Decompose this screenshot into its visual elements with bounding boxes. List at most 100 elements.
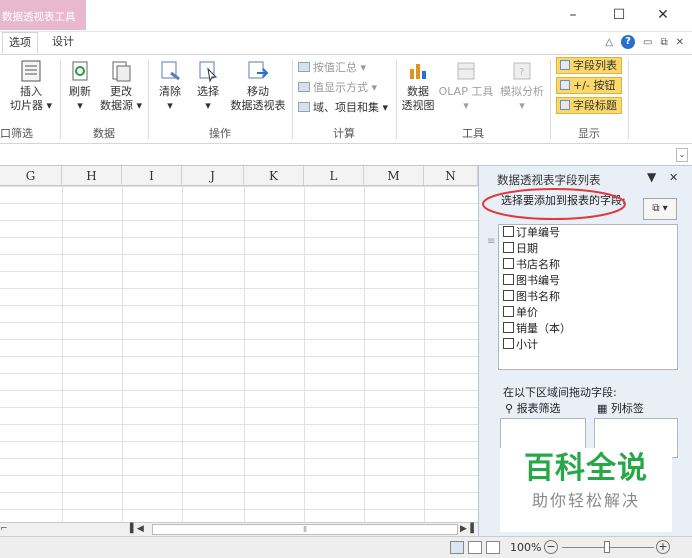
formula-bar[interactable]: ⌄: [0, 144, 692, 166]
refresh-button[interactable]: 刷新 ▾: [64, 59, 96, 113]
pivotchart-label-2: 透视图: [401, 99, 435, 112]
field-checkbox-item[interactable]: 小计: [503, 337, 538, 353]
grid-column-line: [122, 186, 123, 522]
column-header[interactable]: G: [0, 166, 62, 186]
zoom-level[interactable]: 100%: [510, 541, 541, 554]
grid-row-line: [0, 509, 478, 510]
field-checkbox-item[interactable]: 日期: [503, 241, 538, 257]
move-pivottable-button[interactable]: 移动 数据透视表: [228, 59, 288, 113]
column-header[interactable]: K: [244, 166, 304, 186]
what-if-analysis-button[interactable]: ? 模拟分析 ▾: [496, 59, 548, 113]
window-restore-icon[interactable]: ⧉: [660, 37, 667, 48]
horizontal-scrollbar[interactable]: ⌐ ▌◀ ⦀ ▶▐: [0, 522, 478, 536]
fields-items-sets-button[interactable]: 域、项目和集 ▾: [298, 99, 388, 115]
group-separator: [148, 59, 149, 139]
field-list-toggle[interactable]: 字段列表: [556, 57, 622, 74]
column-header[interactable]: I: [122, 166, 182, 186]
group-label-data: 数据: [93, 127, 115, 140]
grid-column-line: [244, 186, 245, 522]
column-labels-icon: ▦: [597, 402, 611, 415]
window-minimize-icon[interactable]: ▭: [643, 37, 652, 48]
clear-button[interactable]: 清除 ▾: [152, 59, 188, 113]
change-source-label-1: 更改: [110, 85, 132, 98]
checkbox[interactable]: [503, 322, 514, 333]
field-checkbox-item[interactable]: 订单编号: [503, 225, 560, 241]
column-header[interactable]: M: [364, 166, 424, 186]
refresh-icon: [72, 61, 88, 81]
checkbox[interactable]: [503, 306, 514, 317]
group-separator: [396, 59, 397, 139]
watermark-logo: 百科全说 助你轻松解决: [500, 448, 672, 532]
field-checkbox-item[interactable]: 单价: [503, 305, 538, 321]
ribbon-controls: △ ? ▭ ⧉ ✕: [605, 35, 684, 49]
filter-icon: ⚲: [505, 402, 517, 415]
field-checkbox-item[interactable]: 书店名称: [503, 257, 560, 273]
plus-minus-buttons-toggle[interactable]: +/- 按钮: [556, 77, 622, 94]
checkbox[interactable]: [503, 274, 514, 285]
change-data-source-button[interactable]: 更改 数据源 ▾: [98, 59, 144, 113]
title-bar: 数据透视表工具 – ☐ ✕: [0, 0, 692, 32]
annotation-circle: [482, 188, 626, 220]
column-header[interactable]: L: [304, 166, 364, 186]
group-label-calculations: 计算: [333, 127, 355, 140]
sheet-tab-icon[interactable]: ⌐: [0, 524, 20, 535]
group-separator: [628, 59, 629, 139]
olap-tools-button[interactable]: OLAP 工具 ▾: [438, 59, 494, 113]
grid-row-line: [0, 373, 478, 374]
collapse-ribbon-icon[interactable]: △: [605, 37, 613, 48]
scroll-left-icon[interactable]: ▌◀: [130, 524, 144, 534]
checkbox[interactable]: [503, 242, 514, 253]
insert-slicer-button[interactable]: 插入 切片器 ▾: [6, 59, 56, 113]
field-checkbox-item[interactable]: 图书名称: [503, 289, 560, 305]
grid-row-line: [0, 305, 478, 306]
olap-label: OLAP 工具: [438, 85, 494, 98]
checkbox[interactable]: [503, 290, 514, 301]
checkbox[interactable]: [503, 338, 514, 349]
select-icon: [199, 61, 218, 83]
plus-minus-label: +/- 按钮: [573, 79, 616, 92]
window-close-icon[interactable]: ✕: [676, 37, 684, 48]
help-icon[interactable]: ?: [621, 35, 636, 49]
tab-options[interactable]: 选项: [2, 32, 38, 54]
minimize-button[interactable]: –: [558, 4, 588, 26]
field-checkbox-item[interactable]: 销量（本）: [503, 321, 571, 337]
pane-splitter-grip[interactable]: ≡: [487, 236, 495, 247]
expand-formula-bar-icon[interactable]: ⌄: [676, 148, 688, 162]
field-name: 小计: [516, 338, 538, 351]
field-name: 销量（本）: [516, 322, 571, 335]
field-name: 书店名称: [516, 258, 560, 271]
tab-design[interactable]: 设计: [46, 32, 80, 54]
page-break-view-icon[interactable]: [486, 541, 500, 554]
select-button[interactable]: 选择 ▾: [190, 59, 226, 113]
column-header[interactable]: H: [62, 166, 122, 186]
checkbox[interactable]: [503, 258, 514, 269]
zoom-out-icon[interactable]: −: [544, 540, 558, 554]
pane-menu-dropdown-icon[interactable]: ▼: [647, 170, 656, 184]
horizontal-scroll-thumb[interactable]: ⦀: [152, 524, 458, 535]
field-headers-toggle[interactable]: 字段标题: [556, 97, 622, 114]
normal-view-icon[interactable]: [450, 541, 464, 554]
worksheet-grid[interactable]: G H I J K L M N: [0, 166, 478, 522]
column-header[interactable]: N: [424, 166, 478, 186]
layout-options-button[interactable]: ⧉ ▾: [643, 198, 677, 220]
group-label-filter: 口筛选: [0, 127, 33, 140]
watermark-title: 百科全说: [524, 451, 648, 486]
pivotchart-button[interactable]: 数据 透视图: [400, 59, 436, 113]
column-header[interactable]: J: [182, 166, 244, 186]
grid-row-line: [0, 220, 478, 221]
checkbox[interactable]: [503, 226, 514, 237]
zoom-in-icon[interactable]: +: [656, 540, 670, 554]
page-layout-view-icon[interactable]: [468, 541, 482, 554]
field-checkbox-item[interactable]: 图书编号: [503, 273, 560, 289]
scroll-right-icon[interactable]: ▶▐: [460, 524, 474, 534]
refresh-label: 刷新: [69, 85, 91, 98]
pivotchart-icon: [410, 64, 426, 79]
close-button[interactable]: ✕: [648, 4, 678, 26]
zoom-slider-thumb[interactable]: [604, 541, 610, 553]
maximize-button[interactable]: ☐: [604, 4, 634, 26]
pane-close-icon[interactable]: ✕: [669, 171, 678, 184]
grid-row-line: [0, 458, 478, 459]
summarize-values-by-button[interactable]: 按值汇总 ▾: [298, 59, 366, 75]
show-values-as-button[interactable]: 值显示方式 ▾: [298, 79, 377, 95]
plus-minus-icon: [560, 80, 570, 90]
